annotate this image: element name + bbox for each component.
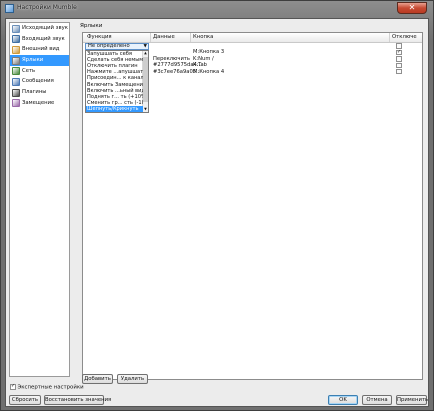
add-shortcut-button[interactable]: Добавить xyxy=(82,374,113,384)
shortcuts-group-title: Ярлыки xyxy=(80,23,103,29)
column-header-button[interactable]: Кнопка xyxy=(193,34,213,40)
scroll-down-icon[interactable]: ▼ xyxy=(143,107,148,112)
sidebar-item[interactable]: Плагины xyxy=(10,87,69,98)
scroll-up-icon[interactable]: ▲ xyxy=(143,51,148,56)
settings-sidebar: Исходящий звук Входящий звук Внешний вид Яр… xyxy=(9,22,70,377)
column-header-disabled[interactable]: Отключе xyxy=(392,34,417,40)
row-button-cell[interactable]: M:Кнопка 4 xyxy=(193,69,224,75)
cancel-button[interactable]: Отмена xyxy=(362,395,392,405)
close-button[interactable]: ✕ xyxy=(397,2,427,14)
sidebar-item[interactable]: Внешний вид xyxy=(10,44,69,55)
network-icon xyxy=(12,67,20,76)
sidebar-item-label: Исходящий звук xyxy=(22,25,68,31)
column-divider[interactable] xyxy=(190,33,191,42)
sidebar-item[interactable]: Замещение xyxy=(10,98,69,109)
keyboard-icon xyxy=(12,56,20,65)
row-disabled-checkbox[interactable] xyxy=(396,62,402,69)
sidebar-item-label: Сообщения xyxy=(22,78,54,85)
function-dropdown-list[interactable]: ▲ ▼ Запушшать себя Сделать себя немым Откл… xyxy=(85,50,149,113)
settings-window: Настройки Mumble ✕ Исходящий звук Входящи… xyxy=(0,0,434,411)
sidebar-item-label: Ярлыки xyxy=(22,57,44,64)
expert-settings-label: Экспертные настройки xyxy=(17,384,84,391)
mumble-app-icon xyxy=(5,4,14,13)
column-header-data[interactable]: Данные xyxy=(153,34,175,40)
chevron-down-icon[interactable]: ▼ xyxy=(144,44,147,50)
reset-button[interactable]: Сбросить xyxy=(9,395,41,405)
row-disabled-checkbox[interactable] xyxy=(396,56,402,62)
sidebar-item[interactable]: Входящий звук xyxy=(10,34,69,45)
title-bar[interactable]: Настройки Mumble ✕ xyxy=(1,1,433,17)
appearance-icon xyxy=(12,45,20,54)
column-divider[interactable] xyxy=(389,33,390,42)
overlay-icon xyxy=(12,99,20,108)
sidebar-item[interactable]: Сообщения xyxy=(10,76,69,87)
scrollbar-thumb[interactable] xyxy=(143,57,148,102)
window-title: Настройки Mumble xyxy=(17,4,77,11)
ok-button[interactable]: OK xyxy=(328,395,358,405)
apply-button[interactable]: Применить xyxy=(396,395,428,405)
sidebar-item-label: Внешний вид xyxy=(22,46,60,53)
sidebar-item[interactable]: Ярлыки xyxy=(10,55,69,66)
row-disabled-checkbox[interactable] xyxy=(396,68,402,75)
function-combobox[interactable]: Не определено ▼ xyxy=(85,43,149,50)
sidebar-item-label: Сеть xyxy=(22,67,36,74)
microphone-icon xyxy=(12,24,20,33)
messages-icon xyxy=(12,77,20,86)
sidebar-item-label: Замещение xyxy=(22,99,55,106)
restore-defaults-button[interactable]: Восстановить значения xyxy=(44,395,111,405)
row-disabled-checkbox[interactable] xyxy=(396,49,402,56)
plugins-icon xyxy=(12,88,20,97)
function-combobox-value: Не определено xyxy=(88,43,130,49)
expert-checkbox-box[interactable] xyxy=(10,383,16,390)
sidebar-item[interactable]: Сеть xyxy=(10,66,69,77)
shortcuts-table: Функция Данные Кнопка Отключе M:Кнопка 3… xyxy=(82,32,423,380)
dropdown-option[interactable]: Шепнуть/Крикнуть xyxy=(86,105,143,112)
expert-settings-checkbox[interactable]: Экспертные настройки xyxy=(10,383,84,391)
sidebar-item-label: Входящий звук xyxy=(22,35,65,42)
remove-shortcut-button[interactable]: Удалить xyxy=(117,374,148,384)
table-header: Функция Данные Кнопка Отключе xyxy=(83,33,422,43)
speaker-icon xyxy=(12,35,20,44)
settings-client-area: Исходящий звук Входящий звук Внешний вид Яр… xyxy=(5,18,429,407)
sidebar-item-label: Плагины xyxy=(22,89,47,96)
sidebar-item[interactable]: Исходящий звук xyxy=(10,23,69,34)
column-header-function[interactable]: Функция xyxy=(87,34,112,40)
column-divider[interactable] xyxy=(150,33,151,42)
